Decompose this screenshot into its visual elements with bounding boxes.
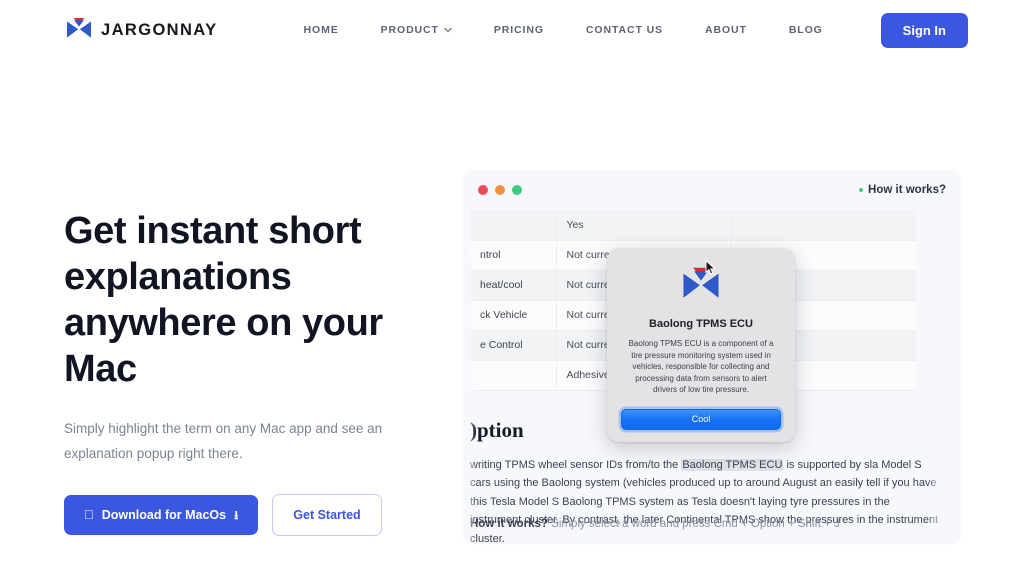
sign-in-button[interactable]: Sign In [880,12,968,48]
nav-item-label: CONTACT US [585,24,663,36]
table-cell: heat/cool [470,270,557,301]
table-cell [470,360,557,391]
page-title: Get instant short explanations anywhere … [64,210,383,390]
chevron-down-icon [444,25,452,33]
nav-links: HOME PRODUCT PRICING CONTACT US ABOUT BL… [304,18,823,42]
mock-footer-text: Simply select a word and press Cmd + Opt… [547,518,840,530]
download-button-label: Download for MacOs [92,508,226,522]
table-cell: e Control [470,330,557,361]
brand-logo[interactable]: JARGONNAY [66,17,218,44]
download-for-macos-button[interactable]:  Download for MacOs ⭳ [64,495,259,535]
window-controls [478,185,522,195]
paragraph-lead: writing TPMS wheel sensor IDs from/to th… [470,459,682,471]
nav-item-label: ABOUT [704,24,747,36]
mock-window-body: Yes ntrol Not currently s heat/cool Not … [464,210,960,542]
hero-section: Get instant short explanations anywhere … [64,208,464,536]
nav-item-label: PRODUCT [380,24,439,36]
mouse-pointer-icon [705,259,717,275]
how-it-works-label: How it works? [868,184,946,196]
status-dot-icon [859,188,864,192]
hero-actions:  Download for MacOs ⭳ Get Started [64,494,464,536]
popup-title: Baolong TPMS ECU [649,318,753,330]
brand-name: JARGONNAY [101,20,218,39]
highlighted-term[interactable]: Baolong TPMS ECU [681,459,784,471]
popup-cool-label: Cool [691,414,711,424]
nav-item-contact-us[interactable]: CONTACT US [586,18,663,42]
table-row: Yes [470,210,916,241]
mock-window-titlebar: How it works? [464,170,960,210]
close-icon[interactable] [478,185,488,195]
table-cell: ck Vehicle [470,300,557,331]
popup-body-text: Baolong TPMS ECU is a component of a tir… [628,339,774,394]
how-it-works-badge: How it works? [859,184,946,196]
nav-item-blog[interactable]: BLOG [789,18,823,42]
paragraph-mid: is supported by [783,459,862,471]
table-cell [731,210,916,241]
landing-page: JARGONNAY HOME PRODUCT PRICING CONTACT U… [0,0,1024,576]
hero-subtitle: Simply highlight the term on any Mac app… [64,421,383,461]
download-icon: ⭳ [234,509,238,521]
nav-item-product[interactable]: PRODUCT [381,18,452,42]
maximize-icon[interactable] [512,185,522,195]
product-screenshot-mockup: How it works? Yes ntrol Not currently s … [464,170,960,542]
table-cell: ntrol [470,240,557,271]
nav-item-home[interactable]: HOME [304,18,339,42]
bowtie-logo-icon [66,17,92,44]
definition-popup: Baolong TPMS ECU Baolong TPMS ECU is a c… [607,248,795,442]
nav-item-pricing[interactable]: PRICING [494,18,544,42]
minimize-icon[interactable] [495,185,505,195]
table-cell [470,210,557,241]
apple-icon:  [84,508,94,521]
section-heading: )ption [470,418,524,442]
nav-item-label: PRICING [493,24,544,36]
mock-footer-label: How it works? [470,518,548,530]
nav-item-about[interactable]: ABOUT [705,18,747,42]
nav-item-label: HOME [303,24,339,36]
get-started-button[interactable]: Get Started [272,494,382,536]
mock-footer-hint: How it works? Simply select a word and p… [470,518,940,530]
nav-item-label: BLOG [788,24,823,36]
top-navbar: JARGONNAY HOME PRODUCT PRICING CONTACT U… [0,0,1024,60]
table-cell: Yes [556,210,732,241]
popup-cool-button[interactable]: Cool [621,408,781,430]
